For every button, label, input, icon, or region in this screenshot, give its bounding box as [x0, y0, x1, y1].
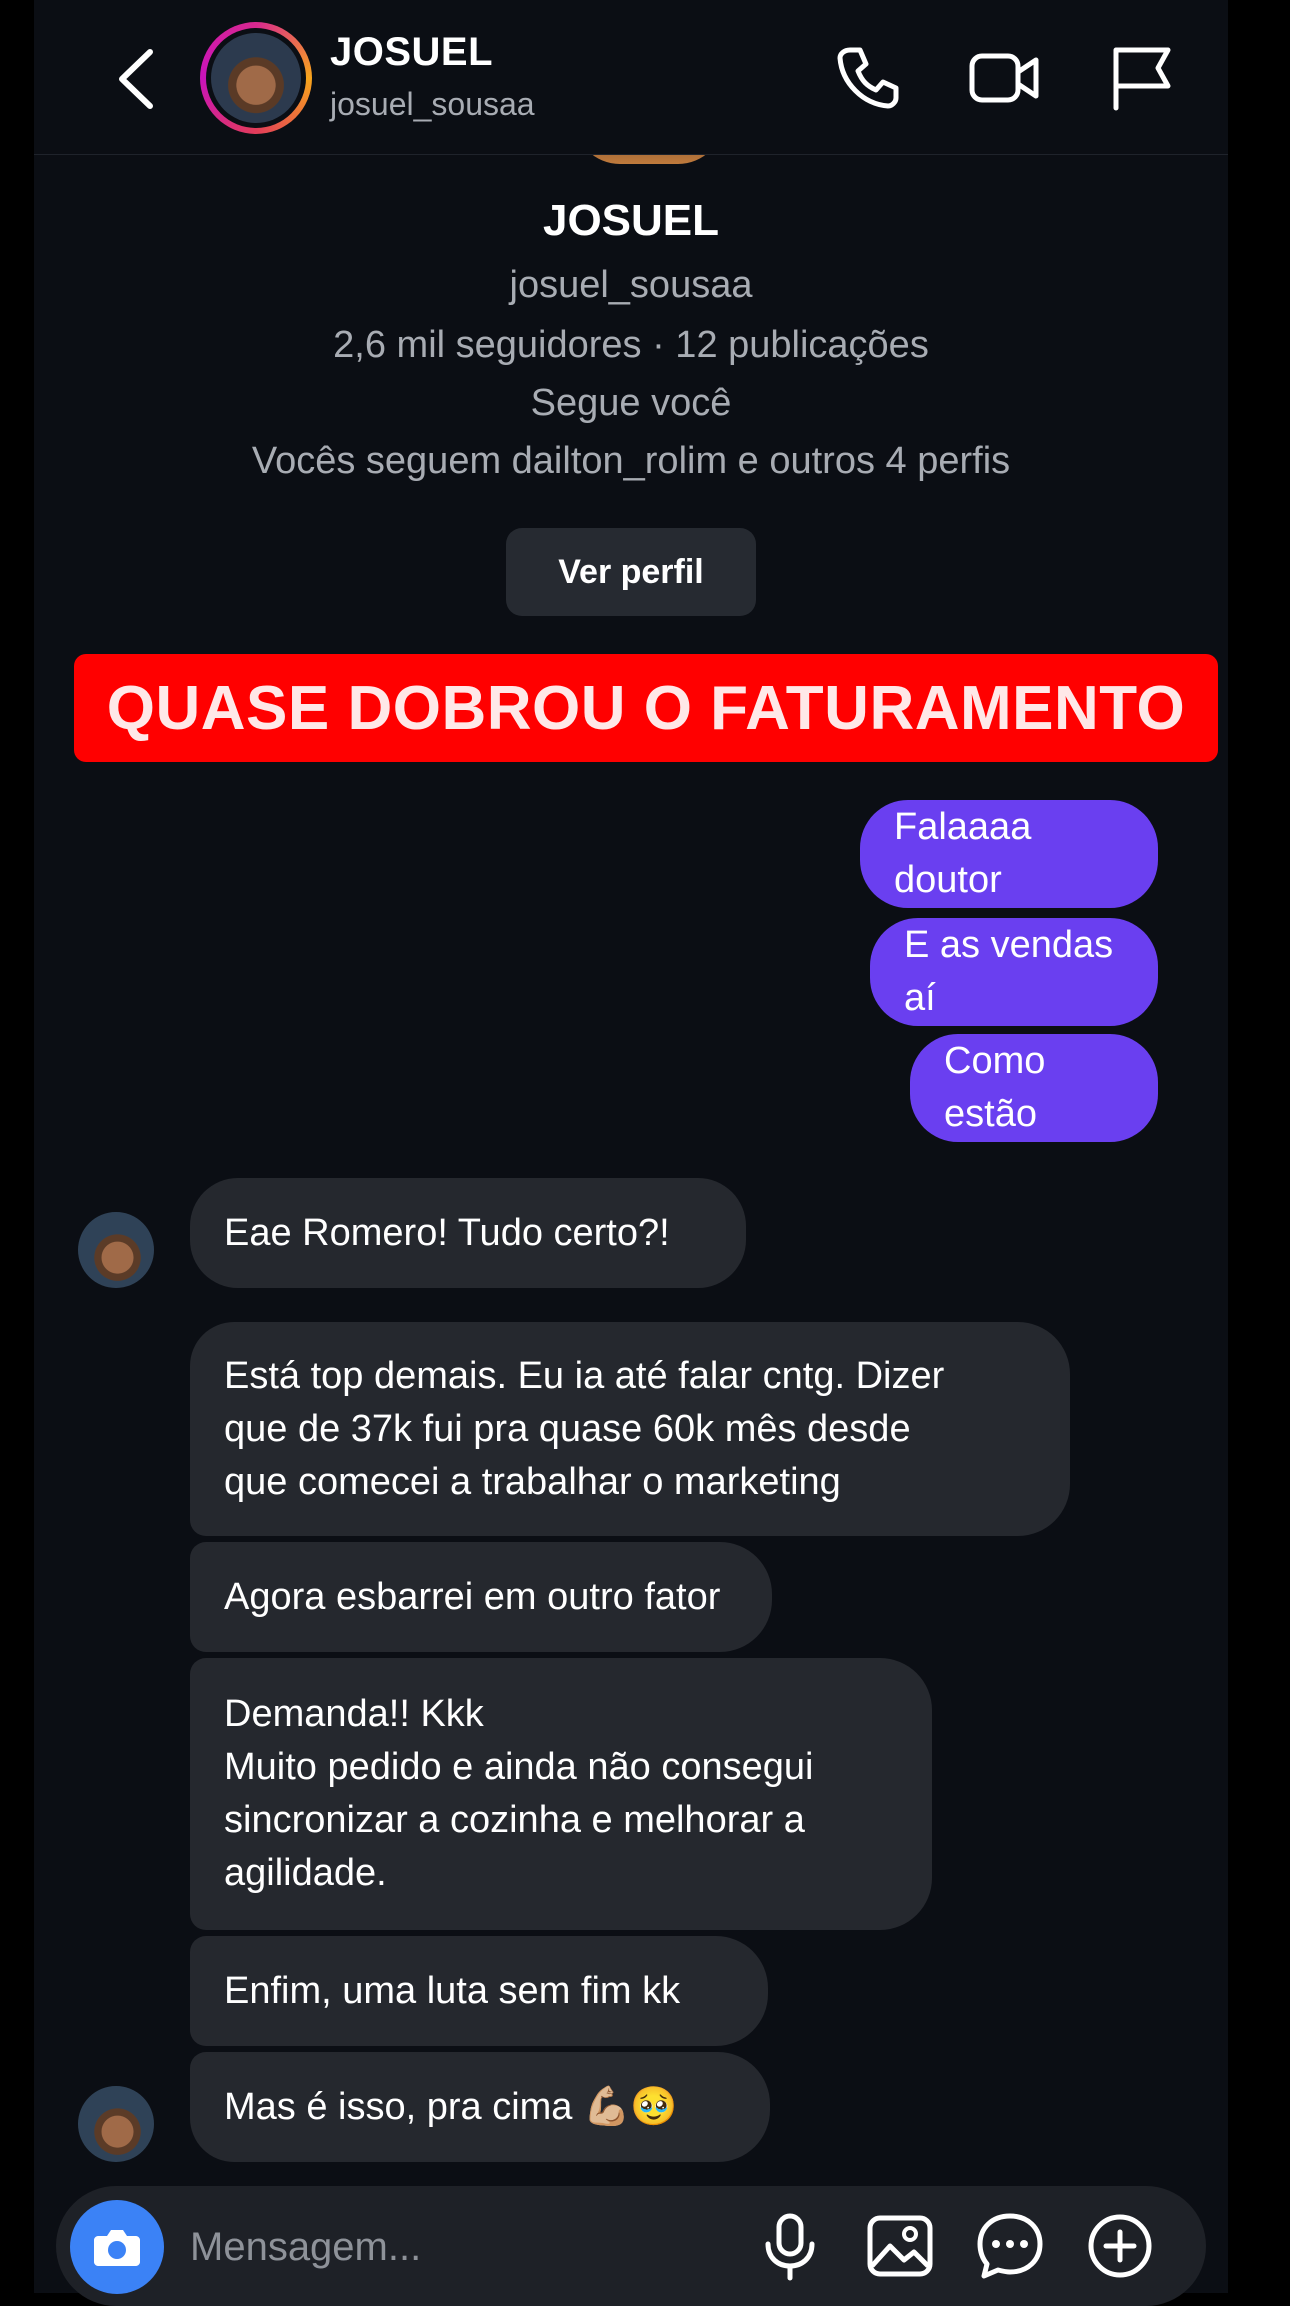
video-camera-icon[interactable] [966, 40, 1042, 116]
plus-circle-icon[interactable] [1084, 2210, 1156, 2282]
received-message[interactable]: Está top demais. Eu ia até falar cntg. D… [190, 1322, 1070, 1536]
received-message[interactable]: Mas é isso, pra cima 💪🏼🥹 [190, 2052, 770, 2162]
camera-icon [94, 2230, 140, 2266]
profile-stats: 2,6 mil seguidores · 12 publicações [333, 324, 929, 366]
follows-you-label: Segue você [530, 382, 732, 424]
header-name[interactable]: JOSUEL [330, 30, 493, 75]
chat-screen: JOSUEL josuel_sousaa JOSUEL josuel_sousa… [34, 0, 1228, 2306]
sent-message[interactable]: Falaaaa doutor [860, 800, 1158, 908]
profile-name: JOSUEL [542, 196, 720, 245]
mutual-followers: Vocês seguem dailton_rolim e outros 4 pe… [251, 440, 1011, 482]
sent-message[interactable]: E as vendas aí [870, 918, 1158, 1026]
sticker-icon[interactable] [974, 2210, 1046, 2282]
back-arrow-icon [119, 49, 153, 109]
sender-avatar[interactable] [78, 2086, 154, 2162]
sent-message[interactable]: Como estão [910, 1034, 1158, 1142]
chat-header: JOSUEL josuel_sousaa [34, 0, 1228, 155]
headline-banner: QUASE DOBROU O FATURAMENTO [74, 654, 1218, 762]
gallery-icon[interactable] [864, 2210, 936, 2282]
received-message[interactable]: Enfim, uma luta sem fim kk [190, 1936, 768, 2046]
header-username[interactable]: josuel_sousaa [330, 86, 535, 123]
flag-icon[interactable] [1104, 40, 1180, 116]
view-profile-button[interactable]: Ver perfil [506, 528, 756, 616]
camera-button[interactable] [70, 2200, 164, 2294]
received-message[interactable]: Eae Romero! Tudo certo?! [190, 1178, 746, 1288]
microphone-icon[interactable] [754, 2210, 826, 2282]
phone-icon[interactable] [830, 40, 906, 116]
message-composer [56, 2186, 1206, 2306]
message-input[interactable] [188, 2216, 692, 2278]
sender-avatar[interactable] [78, 1212, 154, 1288]
received-message[interactable]: Demanda!! Kkk Muito pedido e ainda não c… [190, 1658, 932, 1930]
profile-username: josuel_sousaa [509, 264, 753, 306]
back-button[interactable] [110, 44, 166, 114]
avatar-photo [211, 33, 301, 123]
received-message[interactable]: Agora esbarrei em outro fator [190, 1542, 772, 1652]
header-avatar[interactable] [200, 22, 312, 134]
